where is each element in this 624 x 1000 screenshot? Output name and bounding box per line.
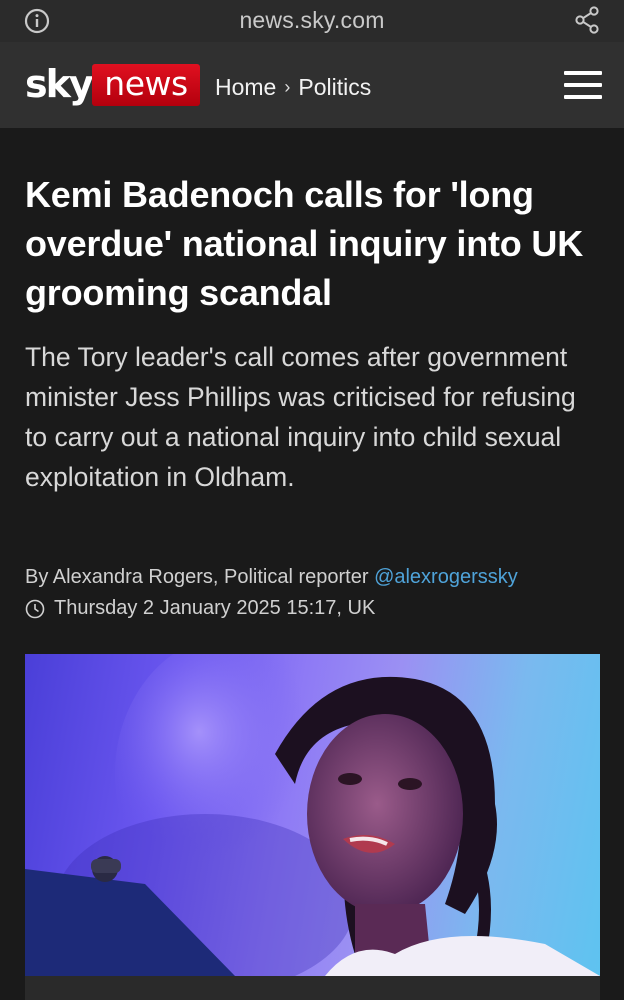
- article-standfirst: The Tory leader's call comes after gover…: [25, 342, 576, 492]
- chevron-right-icon: ›: [284, 77, 291, 97]
- share-icon[interactable]: [574, 6, 600, 34]
- sky-logo[interactable]: sky: [25, 64, 94, 104]
- browser-url-bar: news.sky.com: [0, 0, 624, 42]
- byline-author: By Alexandra Rogers, Political reporter: [25, 566, 369, 588]
- breadcrumb-home[interactable]: Home: [215, 74, 276, 101]
- publish-date: Thursday 2 January 2025 15:17, UK: [54, 597, 376, 619]
- article-dateline: Thursday 2 January 2025 15:17, UK: [25, 597, 375, 620]
- url-domain[interactable]: news.sky.com: [0, 7, 624, 34]
- news-logo-text: news: [104, 64, 188, 103]
- author-twitter-link[interactable]: @alexrogerssky: [374, 566, 518, 588]
- hamburger-menu-icon[interactable]: [564, 71, 602, 99]
- site-header: sky news Home › Politics: [0, 42, 624, 128]
- news-logo-badge[interactable]: news: [92, 64, 200, 106]
- speaker-photo: [25, 654, 600, 976]
- breadcrumb: Home › Politics: [215, 74, 371, 101]
- article-hero-image[interactable]: [25, 654, 600, 976]
- article-headline: Kemi Badenoch calls for 'long overdue' n…: [25, 174, 583, 313]
- image-caption-bar: [25, 976, 600, 1000]
- clock-icon: [25, 599, 45, 618]
- article-byline: By Alexandra Rogers, Political reporter …: [25, 566, 518, 589]
- breadcrumb-politics[interactable]: Politics: [298, 74, 371, 101]
